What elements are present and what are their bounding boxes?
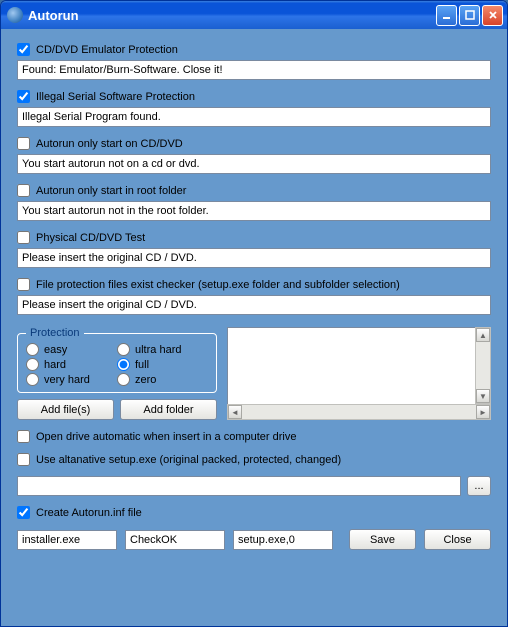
create-inf-checkbox[interactable] bbox=[17, 506, 30, 519]
alt-setup-checkbox[interactable] bbox=[17, 453, 30, 466]
listbox-horizontal-scrollbar[interactable]: ◄ ► bbox=[227, 404, 491, 420]
add-files-button[interactable]: Add file(s) bbox=[17, 399, 114, 420]
file-protection-label: File protection files exist checker (set… bbox=[36, 279, 400, 291]
setup-icon-input[interactable] bbox=[233, 530, 333, 550]
client-area: CD/DVD Emulator Protection Illegal Seria… bbox=[1, 29, 507, 626]
protection-radio-easy[interactable] bbox=[26, 343, 39, 356]
emulator-protection-message-input[interactable] bbox=[17, 60, 491, 80]
listbox-vertical-scrollbar[interactable]: ▲ ▼ bbox=[475, 327, 491, 404]
only-cddvd-label: Autorun only start on CD/DVD bbox=[36, 138, 183, 150]
only-root-checkbox[interactable] bbox=[17, 184, 30, 197]
physical-test-message-input[interactable] bbox=[17, 248, 491, 268]
only-root-message-input[interactable] bbox=[17, 201, 491, 221]
installer-exe-input[interactable] bbox=[17, 530, 117, 550]
checkok-input[interactable] bbox=[125, 530, 225, 550]
protection-radio-label: very hard bbox=[44, 374, 90, 386]
protection-radio-hard[interactable] bbox=[26, 358, 39, 371]
protection-radio-ultra-hard[interactable] bbox=[117, 343, 130, 356]
physical-test-label: Physical CD/DVD Test bbox=[36, 232, 145, 244]
file-protection-message-input[interactable] bbox=[17, 295, 491, 315]
scroll-down-icon[interactable]: ▼ bbox=[476, 389, 490, 403]
illegal-serial-label: Illegal Serial Software Protection bbox=[36, 91, 195, 103]
file-protection-checkbox[interactable] bbox=[17, 278, 30, 291]
open-drive-checkbox[interactable] bbox=[17, 430, 30, 443]
file-listbox[interactable] bbox=[227, 327, 475, 404]
protection-radio-zero[interactable] bbox=[117, 373, 130, 386]
alt-setup-path-input[interactable] bbox=[17, 476, 461, 496]
close-window-button[interactable] bbox=[482, 5, 503, 26]
only-root-label: Autorun only start in root folder bbox=[36, 185, 186, 197]
only-cddvd-message-input[interactable] bbox=[17, 154, 491, 174]
emulator-protection-label: CD/DVD Emulator Protection bbox=[36, 44, 178, 56]
protection-radio-label: full bbox=[135, 359, 149, 371]
protection-radio-label: hard bbox=[44, 359, 66, 371]
protection-radio-grid: easy ultra hard hard full very hard zero bbox=[26, 343, 208, 386]
protection-radio-full[interactable] bbox=[117, 358, 130, 371]
open-drive-label: Open drive automatic when insert in a co… bbox=[36, 431, 296, 443]
protection-radio-label: easy bbox=[44, 344, 67, 356]
protection-legend: Protection bbox=[26, 327, 84, 339]
window-title: Autorun bbox=[28, 8, 434, 23]
save-button[interactable]: Save bbox=[349, 529, 416, 550]
protection-radio-very-hard[interactable] bbox=[26, 373, 39, 386]
scroll-right-icon[interactable]: ► bbox=[476, 405, 490, 419]
create-inf-label: Create Autorun.inf file bbox=[36, 507, 142, 519]
alt-setup-label: Use altanative setup.exe (original packe… bbox=[36, 454, 341, 466]
protection-radio-label: zero bbox=[135, 374, 156, 386]
emulator-protection-checkbox[interactable] bbox=[17, 43, 30, 56]
app-icon bbox=[7, 7, 23, 23]
illegal-serial-checkbox[interactable] bbox=[17, 90, 30, 103]
illegal-serial-message-input[interactable] bbox=[17, 107, 491, 127]
scroll-left-icon[interactable]: ◄ bbox=[228, 405, 242, 419]
scroll-up-icon[interactable]: ▲ bbox=[476, 328, 490, 342]
protection-groupbox: Protection easy ultra hard hard full ver… bbox=[17, 327, 217, 393]
minimize-button[interactable] bbox=[436, 5, 457, 26]
titlebar[interactable]: Autorun bbox=[1, 1, 507, 29]
autorun-window: Autorun CD/DVD Emulator Protection Illeg… bbox=[0, 0, 508, 627]
maximize-button[interactable] bbox=[459, 5, 480, 26]
only-cddvd-checkbox[interactable] bbox=[17, 137, 30, 150]
add-folder-button[interactable]: Add folder bbox=[120, 399, 217, 420]
browse-button[interactable]: ... bbox=[467, 476, 491, 496]
protection-radio-label: ultra hard bbox=[135, 344, 181, 356]
physical-test-checkbox[interactable] bbox=[17, 231, 30, 244]
close-button[interactable]: Close bbox=[424, 529, 491, 550]
